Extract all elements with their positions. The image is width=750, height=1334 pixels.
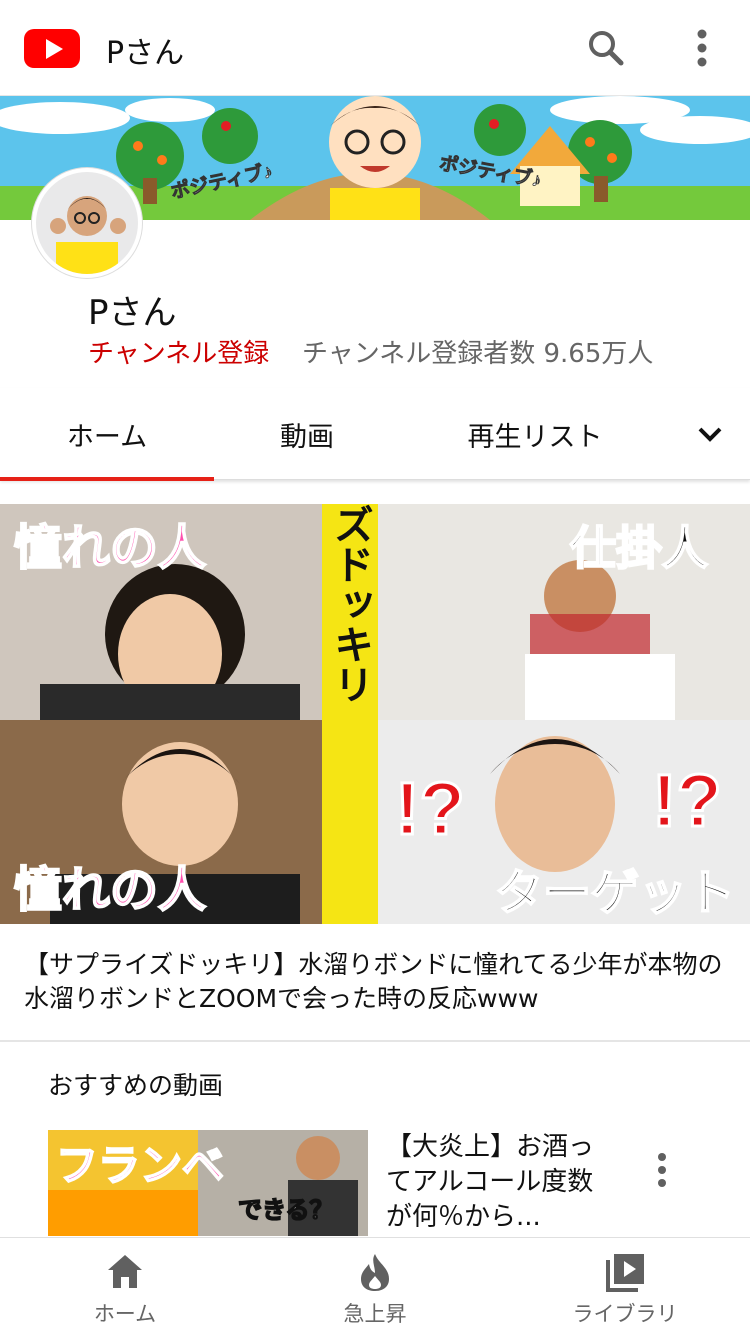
youtube-logo[interactable] (24, 29, 80, 68)
recommended-thumbnail-image: フランベ できる？ (48, 1130, 368, 1236)
thumb-text-top-left: 憧れの人 (14, 522, 206, 575)
featured-video-thumbnail[interactable]: サプライズドッキリ 憧れの人 仕掛人 憧れの人 ターゲット !? !? (0, 504, 750, 924)
library-icon (606, 1254, 644, 1292)
subscriber-count: チャンネル登録者数 9.65万人 (302, 339, 654, 369)
nav-library-label: ライブラリ (572, 1302, 678, 1326)
rec-thumb-text-sub: できる？ (238, 1197, 334, 1224)
featured-thumbnail-image: サプライズドッキリ 憧れの人 仕掛人 憧れの人 ターゲット !? !? (0, 504, 750, 924)
featured-video-title[interactable]: 【サプライズドッキリ】水溜りボンドに憧れてる少年が本物の水溜りボンドとZOOMで… (24, 948, 734, 1016)
recommended-video-thumbnail[interactable]: フランベ できる？ (48, 1130, 368, 1236)
app-bar: Pさん (0, 0, 750, 96)
channel-avatar[interactable] (32, 168, 142, 278)
more-vert-icon (658, 1153, 666, 1187)
search-button[interactable] (582, 24, 630, 72)
nav-library[interactable]: ライブラリ (500, 1238, 750, 1334)
thumb-text-center: サプライズドッキリ (328, 504, 372, 704)
nav-home[interactable]: ホーム (0, 1238, 250, 1334)
more-vert-icon (697, 29, 707, 67)
search-icon (589, 31, 624, 66)
home-icon (108, 1255, 142, 1288)
avatar-image (36, 172, 138, 274)
channel-tabs: ホーム 動画 再生リスト (0, 388, 750, 481)
recommended-video-title[interactable]: 【大炎上】お酒ってアルコール度数が何％から... (386, 1130, 616, 1235)
recommended-section-title: おすすめの動画 (48, 1071, 224, 1100)
app-bar-title: Pさん (106, 36, 185, 71)
tab-videos[interactable]: 動画 (214, 388, 400, 480)
thumb-text-bottom-left: 憧れの人 (14, 864, 206, 917)
thumb-text-top-right: 仕掛人 (570, 522, 708, 574)
bottom-navigation: ホーム 急上昇 ライブラリ (0, 1237, 750, 1334)
tab-playlists[interactable]: 再生リスト (430, 388, 640, 480)
rec-thumb-text-main: フランベ (56, 1142, 224, 1189)
more-options-button[interactable] (678, 24, 726, 72)
tab-home[interactable]: ホーム (0, 388, 214, 481)
subscribe-button[interactable]: チャンネル登録 (88, 333, 269, 370)
nav-trending-label: 急上昇 (343, 1302, 407, 1326)
recommended-more-button[interactable] (644, 1150, 680, 1190)
section-divider (0, 1040, 750, 1042)
nav-trending[interactable]: 急上昇 (250, 1238, 500, 1334)
tabs-expand-button[interactable] (680, 388, 740, 480)
thumb-marks-right: !? (652, 759, 722, 842)
thumb-text-bottom-right: ターゲット (495, 867, 735, 920)
nav-home-label: ホーム (93, 1302, 157, 1326)
chevron-down-icon (698, 427, 722, 442)
thumb-marks-left: !? (395, 767, 465, 850)
channel-name: Pさん (88, 293, 177, 333)
flame-icon (361, 1254, 389, 1291)
